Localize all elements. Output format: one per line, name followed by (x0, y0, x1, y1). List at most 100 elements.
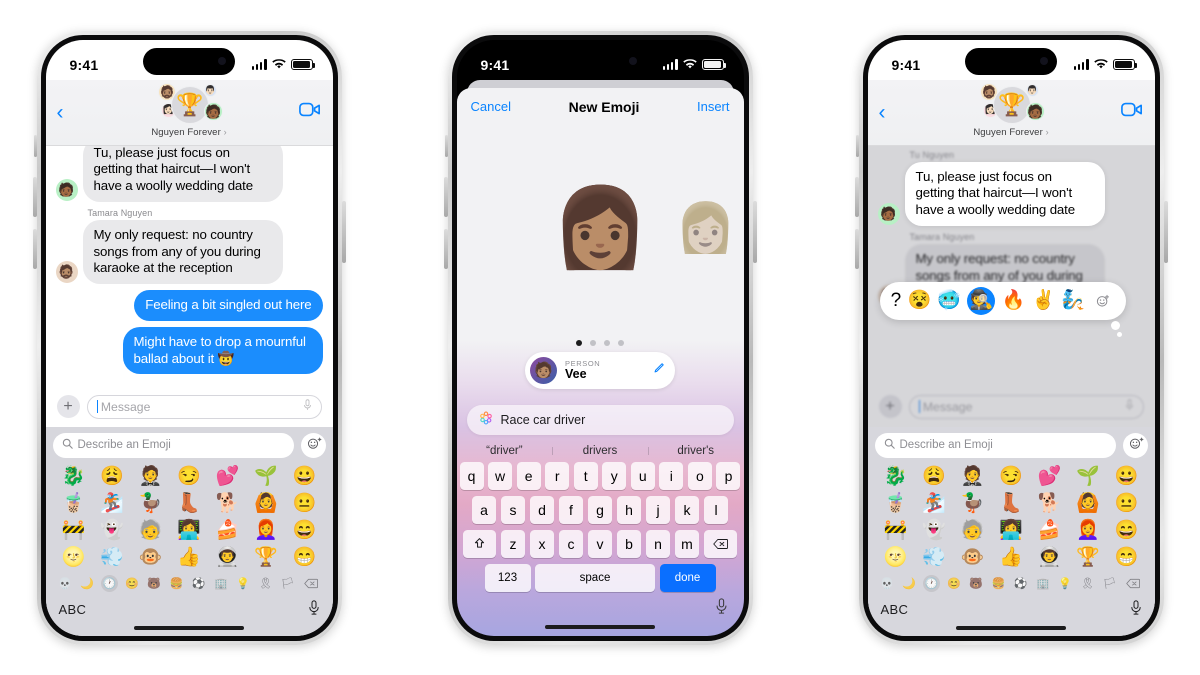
genmoji-create-button[interactable]: ✦ (300, 432, 326, 458)
home-indicator[interactable] (956, 625, 1066, 630)
key-x[interactable]: x (529, 529, 555, 558)
emoji-cell[interactable]: 🚧 (55, 518, 93, 544)
shift-arrow-icon-key[interactable] (463, 529, 497, 558)
emoji-category-5[interactable]: 🍔 (168, 575, 185, 592)
emoji-category-2[interactable]: 🕐 (101, 574, 119, 592)
emoji-category-bar[interactable]: 💀 🌙 🕐 😊 🐻 🍔 ⚽ 🏢 💡 🎗 🏳 (53, 573, 326, 595)
emoji-cell[interactable]: 👨‍🚀 (1030, 545, 1068, 571)
emoji-cell[interactable]: 🍰 (1030, 518, 1068, 544)
key-r[interactable]: r (545, 461, 570, 490)
emoji-cell[interactable]: 😀 (1107, 464, 1145, 490)
key-t[interactable]: t (573, 461, 598, 490)
page-dot-1[interactable] (590, 339, 596, 346)
emoji-cell[interactable]: 🧓 (131, 518, 169, 544)
tapback-reaction-0[interactable]: 😵 (907, 291, 931, 310)
emoji-cell[interactable]: 🤵 (953, 464, 991, 490)
emoji-category-8[interactable]: 💡 (235, 575, 252, 592)
power-button[interactable] (752, 200, 757, 263)
message-bubble[interactable]: My only request: no country songs from a… (82, 219, 283, 284)
numbers-key[interactable]: 123 (484, 563, 531, 592)
power-button[interactable] (341, 200, 346, 263)
key-g[interactable]: g (587, 495, 613, 524)
emoji-cell[interactable]: 🏆 (247, 545, 285, 571)
message-list[interactable]: ? 😵 🥶 🕵️ 🔥 ✌️ 🧞 Tu Nguyen 🧑🏾 Tu, please just f… (867, 145, 1155, 388)
emoji-category-8[interactable]: 💡 (1057, 575, 1074, 592)
emoji-category-3[interactable]: 😊 (945, 575, 962, 592)
emoji-category-6[interactable]: ⚽ (190, 575, 207, 592)
emoji-category-0[interactable]: 💀 (57, 575, 74, 592)
emoji-cell[interactable]: 🐵 (953, 545, 991, 571)
suggestion-1[interactable]: drivers (552, 445, 648, 457)
emoji-category-4[interactable]: 🐻 (146, 575, 163, 592)
page-dot-0[interactable] (576, 339, 582, 346)
emoji-category-2[interactable]: 🕐 (923, 574, 941, 592)
mute-switch[interactable] (33, 134, 37, 157)
tapback-reaction-1[interactable]: 🥶 (937, 291, 961, 310)
volume-down-button[interactable] (854, 228, 859, 269)
tapback-reaction-3[interactable]: 🔥 (1002, 291, 1026, 310)
key-d[interactable]: d (529, 495, 555, 524)
abc-keyboard-button[interactable]: ABC (59, 602, 87, 617)
key-f[interactable]: f (558, 495, 584, 524)
person-attribution-card[interactable]: 🧑🏽 PERSON Vee (525, 351, 675, 389)
emoji-cell[interactable]: 🍰 (208, 518, 246, 544)
home-indicator[interactable] (134, 625, 244, 630)
emoji-category-7[interactable]: 🏢 (212, 575, 229, 592)
key-h[interactable]: h (616, 495, 642, 524)
cancel-button[interactable]: Cancel (471, 99, 511, 114)
emoji-cell[interactable]: 🏆 (1069, 545, 1107, 571)
emoji-cell[interactable]: 😁 (285, 545, 323, 571)
keyboard-suggestion-bar[interactable]: “driver” drivers driver's (457, 443, 744, 462)
key-y[interactable]: y (602, 461, 627, 490)
emoji-cell[interactable]: 👻 (915, 518, 953, 544)
pencil-edit-icon[interactable] (652, 362, 665, 378)
emoji-category-10[interactable]: 🏳 (1101, 575, 1118, 592)
group-avatar-cluster[interactable]: 🧔🏽 👩🏻 🏆 👨🏻 🧑🏾 (152, 82, 226, 126)
back-chevron-left-icon[interactable]: ‹ (879, 102, 886, 123)
volume-up-button[interactable] (854, 176, 859, 217)
home-indicator[interactable] (545, 624, 655, 629)
tapback-reaction-picker[interactable]: ? 😵 🥶 🕵️ 🔥 ✌️ 🧞 (879, 281, 1126, 320)
emoji-cell[interactable]: 🏂 (93, 491, 131, 517)
mute-switch[interactable] (855, 134, 859, 157)
emoji-cell[interactable]: 🌱 (247, 464, 285, 490)
emoji-cell[interactable]: 😩 (93, 464, 131, 490)
emoji-cell[interactable]: 🦆 (131, 491, 169, 517)
group-avatar-cluster[interactable]: 🧔🏽 👩🏻 🏆 👨🏻 🧑🏾 (974, 82, 1048, 126)
emoji-cell[interactable]: 😁 (1107, 545, 1145, 571)
emoji-cell[interactable]: 🐉 (55, 464, 93, 490)
tapback-reaction-5[interactable]: 🧞 (1061, 291, 1085, 310)
message-bubble[interactable]: Feeling a bit singled out here (134, 290, 323, 321)
add-attachment-button[interactable]: + (56, 395, 80, 418)
key-a[interactable]: a (471, 495, 497, 524)
space-key[interactable]: space (535, 563, 655, 592)
emoji-cell[interactable]: 🏂 (915, 491, 953, 517)
emoji-cell[interactable]: 💨 (93, 545, 131, 571)
key-z[interactable]: z (500, 529, 526, 558)
key-o[interactable]: o (687, 461, 712, 490)
delete-backspace-icon-key[interactable] (703, 529, 737, 558)
emoji-cell[interactable]: 😏 (992, 464, 1030, 490)
emoji-cell[interactable]: 🧋 (877, 491, 915, 517)
emoji-category-bar[interactable]: 💀 🌙 🕐 😊 🐻 🍔 ⚽ 🏢 💡 🎗 🏳 (875, 573, 1148, 595)
volume-up-button[interactable] (32, 176, 37, 217)
emoji-cell[interactable]: 🚧 (877, 518, 915, 544)
emoji-cell[interactable]: 👨‍🚀 (208, 545, 246, 571)
key-c[interactable]: c (558, 529, 584, 558)
emoji-cell[interactable]: 👢 (170, 491, 208, 517)
volume-down-button[interactable] (443, 228, 448, 269)
key-m[interactable]: m (674, 529, 700, 558)
emoji-cell[interactable]: 😄 (1107, 518, 1145, 544)
emoji-cell[interactable]: 👩‍🦰 (247, 518, 285, 544)
emoji-category-4[interactable]: 🐻 (968, 575, 985, 592)
dictation-microphone-icon[interactable] (715, 597, 728, 619)
emoji-category-7[interactable]: 🏢 (1034, 575, 1051, 592)
tapback-reaction-4[interactable]: ✌️ (1031, 291, 1055, 310)
dictation-microphone-icon[interactable] (1130, 599, 1142, 620)
tapback-reaction-2[interactable]: 🕵️ (967, 286, 996, 315)
emoji-category-3[interactable]: 😊 (123, 575, 140, 592)
emoji-cell[interactable]: 🌱 (1069, 464, 1107, 490)
emoji-category-6[interactable]: ⚽ (1012, 575, 1029, 592)
emoji-cell[interactable]: 👩‍🦰 (1069, 518, 1107, 544)
describe-an-emoji-search-input[interactable]: Describe an Emoji (52, 432, 294, 458)
